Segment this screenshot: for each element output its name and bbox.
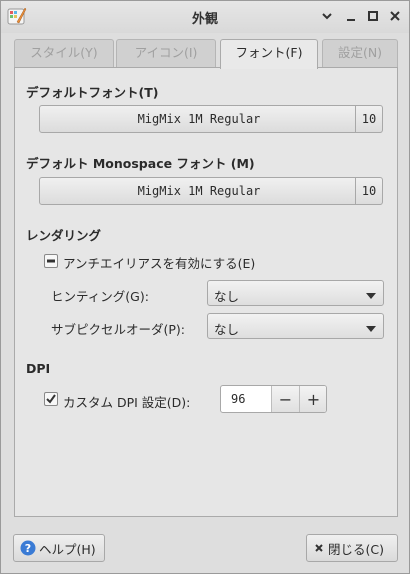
dpi-heading: DPI: [26, 361, 51, 376]
dropdown-arrow-icon: [365, 289, 377, 303]
custom-dpi-label[interactable]: カスタム DPI 設定(D):: [63, 392, 190, 411]
default-font-heading: デフォルトフォント(T): [26, 85, 159, 100]
minimize-icon[interactable]: [343, 8, 359, 24]
close-icon[interactable]: [387, 8, 403, 24]
monospace-font-size: 10: [355, 178, 382, 204]
dpi-decrement-button[interactable]: −: [271, 386, 299, 412]
antialias-checkbox[interactable]: [44, 254, 58, 268]
tab-fonts[interactable]: フォント(F): [220, 39, 318, 69]
help-label: ヘルプ(H): [39, 541, 96, 557]
svg-text:?: ?: [25, 542, 31, 555]
tab-settings[interactable]: 設定(N): [322, 39, 398, 67]
tab-style[interactable]: スタイル(Y): [14, 39, 114, 67]
dpi-spinbox[interactable]: 96 − +: [220, 385, 327, 413]
close-icon: [313, 542, 325, 554]
antialias-label[interactable]: アンチエイリアスを有効にする(E): [63, 253, 255, 272]
title-bar[interactable]: 外観: [1, 1, 409, 33]
appearance-window: 外観 スタイル(Y) アイコン(I) フォント(F) 設定(N) デフォルトフォ…: [0, 0, 410, 574]
default-font-size: 10: [355, 106, 382, 132]
close-label: 閉じる(C): [328, 541, 384, 557]
close-button[interactable]: 閉じる(C): [306, 534, 398, 562]
monospace-font-name: MigMix 1M Regular: [137, 184, 261, 198]
monospace-font-button[interactable]: MigMix 1M Regular 10: [39, 177, 383, 205]
default-font-name: MigMix 1M Regular: [137, 112, 261, 126]
help-icon: ?: [20, 540, 36, 556]
subpixel-value: なし: [214, 322, 240, 337]
dpi-value[interactable]: 96: [231, 392, 245, 406]
tab-icons[interactable]: アイコン(I): [116, 39, 216, 67]
subpixel-label: サブピクセルオーダ(P):: [51, 322, 186, 337]
rendering-heading: レンダリング: [26, 228, 102, 243]
custom-dpi-checkbox[interactable]: [44, 392, 58, 406]
hinting-combo[interactable]: なし: [207, 280, 384, 306]
subpixel-combo[interactable]: なし: [207, 313, 384, 339]
default-font-button[interactable]: MigMix 1M Regular 10: [39, 105, 383, 133]
help-button[interactable]: ? ヘルプ(H): [13, 534, 105, 562]
monospace-font-heading: デフォルト Monospace フォント (M): [26, 156, 255, 171]
hinting-value: なし: [214, 289, 240, 304]
dropdown-arrow-icon: [365, 322, 377, 336]
maximize-icon[interactable]: [365, 8, 381, 24]
hinting-label: ヒンティング(G):: [51, 289, 149, 304]
chevron-down-icon[interactable]: [319, 8, 335, 24]
dpi-increment-button[interactable]: +: [299, 386, 326, 412]
